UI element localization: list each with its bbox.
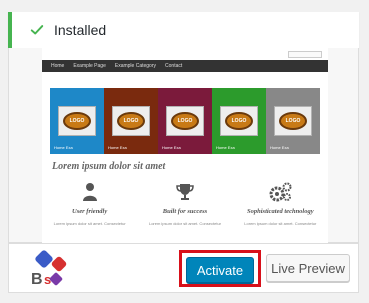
theme-logo: B s (31, 250, 67, 288)
theme-actions-bar: B s Activate Live Preview (8, 243, 359, 293)
live-preview-button[interactable]: Live Preview (266, 254, 350, 282)
logo-badge: LOGO (225, 112, 253, 130)
feature-label: Built for success (162, 208, 208, 215)
theme-card: Installed Home Example Page Example Cate… (0, 0, 369, 303)
checkmark-icon (30, 25, 44, 35)
svg-text:B: B (31, 271, 43, 288)
slide: LOGO Home Exa (212, 88, 266, 154)
screenshot-features: User friendly Lorem ipsum dolor sit amet… (42, 180, 328, 226)
gears-icon (269, 182, 292, 202)
screenshot-nav-item: Example Page (73, 63, 106, 69)
slide-link: Home Exa (216, 145, 235, 150)
feature-item: Built for success Lorem ipsum dolor sit … (137, 180, 232, 226)
logo-badge: LOGO (171, 112, 199, 130)
activate-highlight: Activate (179, 250, 261, 287)
slide-link: Home Exa (54, 145, 73, 150)
slide: LOGO Home Exa (104, 88, 158, 154)
screenshot-nav-item: Example Category (114, 63, 157, 69)
user-icon (82, 183, 97, 201)
screenshot-heading: Lorem ipsum dolor sit amet (52, 161, 166, 172)
logo-badge: LOGO (117, 112, 145, 130)
screenshot-slider: LOGO Home Exa LOGO Home Exa LOGO Home Ex… (50, 88, 320, 154)
screenshot-nav: Home Example Page Example Category Conta… (42, 60, 328, 72)
screenshot-nav-item: Home (51, 63, 65, 69)
feature-label: Sophisticated technology (247, 208, 314, 215)
logo-badge: LOGO (279, 112, 307, 130)
slide-link: Home Exa (270, 145, 289, 150)
screenshot-search-box (288, 51, 322, 58)
feature-label: User friendly (72, 208, 108, 215)
slide: LOGO Home Exa (158, 88, 212, 154)
trophy-icon (176, 184, 194, 200)
slide: LOGO Home Exa (50, 88, 104, 154)
feature-desc: Lorem ipsum dolor sit amet. Consectetur (244, 221, 317, 226)
screenshot-topbar (42, 48, 328, 60)
theme-screenshot-frame[interactable]: Home Example Page Example Category Conta… (8, 48, 359, 243)
slide-link: Home Exa (162, 145, 181, 150)
logo-badge: LOGO (63, 112, 91, 130)
activate-button[interactable]: Activate (186, 257, 254, 283)
theme-screenshot: Home Example Page Example Category Conta… (42, 48, 328, 243)
feature-item: Sophisticated technology Lorem ipsum dol… (233, 180, 328, 226)
feature-desc: Lorem ipsum dolor sit amet. Consectetur (53, 221, 126, 226)
slide-link: Home Exa (108, 145, 127, 150)
feature-item: User friendly Lorem ipsum dolor sit amet… (42, 180, 137, 226)
slide: LOGO Home Exa (266, 88, 320, 154)
installed-notice: Installed (8, 12, 359, 48)
notice-text: Installed (54, 22, 107, 38)
screenshot-nav-item: Contact (165, 63, 183, 69)
feature-desc: Lorem ipsum dolor sit amet. Consectetur (148, 221, 221, 226)
